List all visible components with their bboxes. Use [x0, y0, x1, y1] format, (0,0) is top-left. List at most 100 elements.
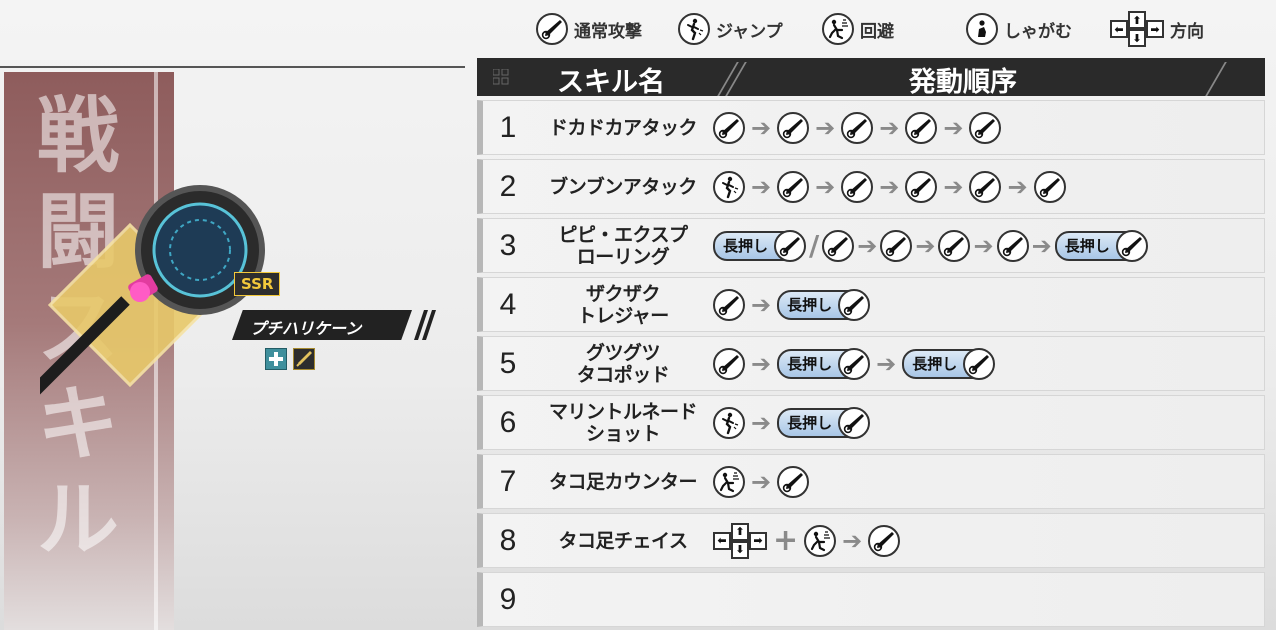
crouch-icon [966, 13, 998, 45]
skill-row-4: 4 ザクザク トレジャー ➔ 長押し [477, 277, 1265, 332]
legend-label: ジャンプ [716, 21, 783, 42]
input-sequence: ⬅ ⬆ ⬇ ➡ + ➔ [713, 522, 901, 559]
skill-name: ピピ・エクスプ ローリング [558, 223, 688, 268]
arrow-icon: ➔ [915, 231, 936, 260]
slash-decoration [414, 310, 436, 340]
direction-keys-icon: ⬅ ⬆ ⬇ ➡ [713, 522, 767, 559]
dodge-icon [804, 524, 837, 557]
hold-attack: 長押し [777, 406, 871, 439]
sword-icon [969, 170, 1002, 203]
sword-icon [838, 406, 871, 439]
sword-icon [880, 229, 913, 262]
jump-icon [713, 406, 745, 439]
skill-name: ザクザク トレジャー [577, 282, 669, 327]
sword-icon [838, 347, 871, 380]
sword-icon [969, 111, 1002, 144]
legend-label: 通常攻撃 [574, 21, 642, 42]
rarity-badge: SSR [234, 272, 281, 296]
skill-table-header: スキル名 発動順序 [477, 58, 1265, 98]
sword-icon [938, 229, 971, 262]
sword-icon [996, 229, 1029, 262]
arrow-icon: ➔ [815, 172, 836, 201]
sword-icon [777, 170, 810, 203]
legend-label: 回避 [860, 21, 894, 42]
legend-direction: ⬅ ⬆ ⬇ ➡ 方向 [1110, 8, 1204, 50]
legend-label: しゃがむ [1004, 21, 1072, 42]
sword-icon [1115, 229, 1148, 262]
sword-icon [868, 524, 901, 557]
arrow-icon: ➔ [815, 113, 836, 142]
hold-attack: 長押し [902, 347, 996, 380]
skill-row-9: 9 [477, 572, 1265, 627]
arrow-icon: ➔ [751, 172, 772, 201]
arrow-icon: ➔ [973, 231, 994, 260]
title-char: ル [36, 472, 119, 568]
sword-icon [777, 465, 810, 498]
sword-icon [777, 111, 810, 144]
sword-icon [713, 288, 745, 321]
sword-type-icon [293, 348, 315, 370]
skill-row-3: 3 ピピ・エクスプ ローリング 長押し / ➔ ➔ ➔ ➔ 長押し [477, 218, 1265, 273]
row-number: 6 [499, 405, 517, 439]
row-number: 1 [499, 110, 517, 144]
sword-icon [841, 111, 874, 144]
input-sequence: ➔ ➔ ➔ ➔ ➔ [713, 170, 1066, 203]
skill-name: ドカドカアタック [548, 116, 698, 139]
dodge-icon [822, 13, 854, 45]
row-number: 2 [499, 169, 517, 203]
column-header-sequence: 発動順序 [909, 67, 1017, 98]
skill-name: ブンブンアタック [549, 175, 697, 198]
input-sequence: ➔ 長押し ➔ 長押し [713, 347, 996, 380]
arrow-icon: ➔ [857, 231, 878, 260]
arrow-icon: ➔ [751, 290, 772, 319]
controls-legend: 通常攻撃 ジャンプ 回避 しゃがむ ⬅ ⬆ ⬇ ➡ 方向 [536, 8, 1236, 50]
arrow-icon: ➔ [751, 113, 772, 142]
hold-attack: 長押し [777, 347, 871, 380]
support-icon [265, 348, 287, 370]
jump-icon [678, 13, 710, 45]
arrow-icon: ➔ [1007, 172, 1028, 201]
skill-row-8: 8 タコ足チェイス ⬅ ⬆ ⬇ ➡ + ➔ [477, 513, 1265, 568]
arrow-icon: ➔ [751, 349, 772, 378]
row-number: 7 [499, 464, 517, 498]
skill-row-2: 2 ブンブンアタック ➔ ➔ ➔ ➔ ➔ [477, 159, 1265, 214]
sword-icon [536, 13, 568, 45]
grid-icon [493, 69, 509, 85]
arrow-icon: ➔ [1031, 231, 1052, 260]
arrow-icon: ➔ [751, 408, 772, 437]
weapon-image [40, 185, 265, 404]
legend-dodge: 回避 [822, 8, 894, 50]
hold-attack: 長押し [1054, 229, 1148, 262]
column-header-skill-name: スキル名 [557, 67, 665, 98]
input-sequence: 長押し / ➔ ➔ ➔ ➔ 長押し [713, 229, 1148, 262]
input-sequence: ➔ [713, 465, 810, 498]
input-sequence: ➔ ➔ ➔ ➔ [713, 111, 1002, 144]
row-number: 8 [499, 523, 517, 557]
jump-icon [713, 170, 745, 203]
weapon-name-plate: プチハリケーン [232, 310, 436, 340]
hold-attack: 長押し [713, 229, 807, 262]
arrow-icon: ➔ [751, 467, 772, 496]
skill-name: グツグツ タコポッド [576, 341, 670, 386]
sword-icon [905, 111, 938, 144]
skill-name: タコ足カウンター [548, 470, 698, 493]
arrow-icon: ➔ [943, 172, 964, 201]
weapon-type-icons [265, 348, 315, 370]
sword-icon [822, 229, 855, 262]
skill-list: 1 ドカドカアタック ➔ ➔ ➔ ➔ 2 ブンブンアタック ➔ ➔ ➔ ➔ ➔ … [477, 96, 1265, 627]
sword-icon [838, 288, 871, 321]
title-char: 戦 [36, 88, 119, 184]
arrow-icon: ➔ [842, 526, 863, 555]
skill-row-5: 5 グツグツ タコポッド ➔ 長押し ➔ 長押し [477, 336, 1265, 391]
sword-icon [713, 347, 745, 380]
sword-icon [774, 229, 807, 262]
skill-name: タコ足チェイス [558, 529, 688, 552]
sword-icon [841, 170, 874, 203]
skill-row-7: 7 タコ足カウンター ➔ [477, 454, 1265, 509]
sword-icon [713, 111, 745, 144]
legend-label: 方向 [1170, 21, 1204, 42]
divider-line [0, 66, 465, 68]
skill-row-6: 6 マリントルネード ショット ➔ 長押し [477, 395, 1265, 450]
row-number: 3 [499, 228, 517, 262]
weapon-name: プチハリケーン [250, 319, 362, 338]
